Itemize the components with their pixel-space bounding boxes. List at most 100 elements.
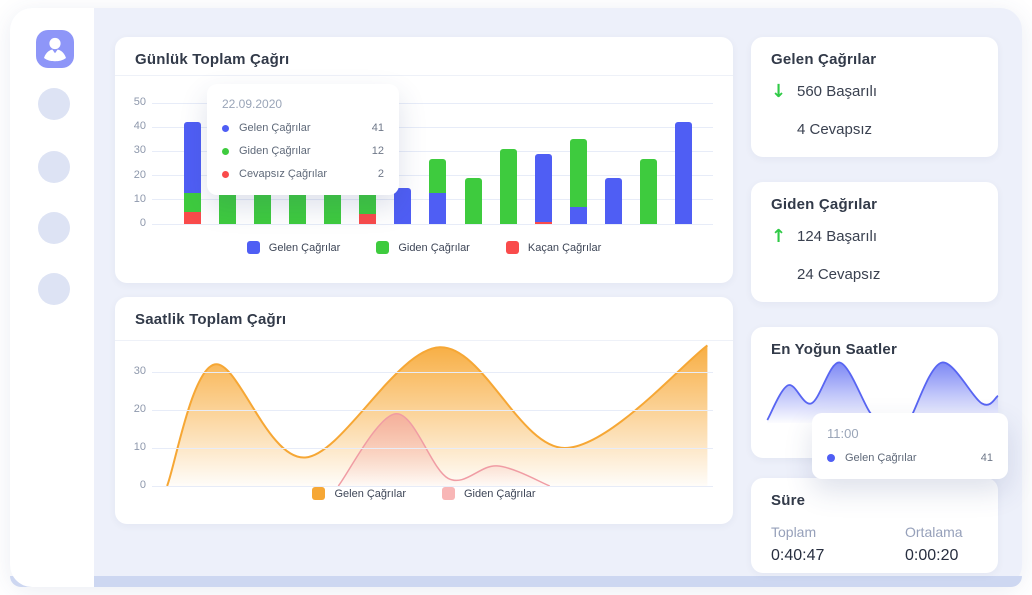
arrow-up-icon: ↑ bbox=[771, 226, 787, 247]
support-agent-glyph bbox=[44, 37, 66, 62]
hourly-legend: Gelen Çağrılar Giden Çağrılar bbox=[115, 487, 733, 500]
outgoing-calls-card: Giden Çağrılar ↑ 124 Başarılı 24 Cevapsı… bbox=[751, 182, 998, 302]
legend-label: Giden Çağrılar bbox=[398, 241, 470, 254]
arrow-down-icon: ↓ bbox=[771, 81, 787, 102]
bar-day-7[interactable] bbox=[394, 187, 412, 224]
legend-item-gelen[interactable]: Gelen Çağrılar bbox=[246, 241, 341, 254]
duration-card: Süre Toplam 0:40:47 Ortalama 0:00:20 bbox=[751, 478, 998, 573]
bar-segment bbox=[675, 122, 693, 224]
gridline bbox=[152, 371, 713, 373]
giden-dot-icon bbox=[222, 147, 229, 155]
y-tick-label: 0 bbox=[139, 217, 146, 229]
duration-total-col: Toplam 0:40:47 bbox=[771, 524, 824, 565]
incoming-success-text: 560 Başarılı bbox=[797, 83, 878, 100]
legend-swatch-gelen bbox=[312, 487, 326, 500]
bar-segment bbox=[499, 149, 517, 224]
bar-day-11[interactable] bbox=[534, 153, 552, 224]
bar-segment bbox=[359, 214, 377, 224]
bar-day-14[interactable] bbox=[640, 158, 658, 224]
y-tick-label: 10 bbox=[133, 441, 146, 453]
duration-average-label: Ortalama bbox=[905, 524, 963, 540]
hourly-calls-card: Saatlik Toplam Çağrı 30 20 10 0 Gelen Ça… bbox=[115, 297, 733, 524]
duration-average-value: 0:00:20 bbox=[905, 547, 959, 564]
legend-swatch-giden bbox=[442, 487, 455, 500]
bar-day-15[interactable] bbox=[675, 122, 693, 224]
tooltip-value: 41 bbox=[980, 452, 993, 464]
legend-label: Gelen Çağrılar bbox=[334, 487, 406, 500]
y-tick-label: 10 bbox=[133, 192, 146, 205]
bar-segment bbox=[394, 187, 412, 224]
legend-swatch-gelen bbox=[246, 241, 260, 254]
card-divider bbox=[115, 340, 733, 341]
tooltip-time: 11:00 bbox=[827, 426, 859, 441]
tooltip-label: Gelen Çağrılar bbox=[845, 452, 917, 464]
incoming-missed-text: 4 Cevapsız bbox=[797, 121, 873, 138]
bar-day-12[interactable] bbox=[570, 139, 588, 224]
duration-total-label: Toplam bbox=[771, 524, 817, 540]
sidebar-nav-placeholder-3[interactable] bbox=[38, 212, 70, 244]
bar-day-10[interactable] bbox=[499, 149, 517, 224]
hourly-area-svg bbox=[166, 344, 708, 487]
tooltip-row: Gelen Çağrılar 41 bbox=[222, 122, 384, 134]
legend-item-giden[interactable]: Giden Çağrılar bbox=[442, 487, 536, 500]
bar-segment bbox=[464, 178, 482, 224]
bar-segment bbox=[534, 221, 552, 224]
gelen-dot-icon bbox=[222, 124, 229, 132]
legend-label: Kaçan Çağrılar bbox=[527, 241, 602, 254]
support-agent-icon[interactable] bbox=[36, 30, 74, 68]
legend-label: Gelen Çağrılar bbox=[268, 241, 341, 254]
bar-segment bbox=[570, 139, 588, 208]
tooltip-value: 2 bbox=[377, 168, 384, 180]
y-tick-label: 30 bbox=[133, 365, 146, 377]
tooltip-row: Giden Çağrılar 12 bbox=[222, 145, 384, 157]
incoming-card-title: Gelen Çağrılar bbox=[771, 51, 877, 68]
hourly-chart-title: Saatlik Toplam Çağrı bbox=[135, 311, 287, 328]
card-divider bbox=[115, 75, 733, 76]
tooltip-date: 22.09.2020 bbox=[222, 97, 283, 111]
bar-segment bbox=[534, 153, 552, 222]
cevapsiz-dot-icon bbox=[222, 170, 229, 178]
duration-total-value: 0:40:47 bbox=[771, 547, 825, 564]
legend-item-gelen[interactable]: Gelen Çağrılar bbox=[312, 487, 406, 500]
duration-average-col: Ortalama 0:00:20 bbox=[905, 524, 963, 565]
gelen-area-fill bbox=[167, 345, 708, 486]
sidebar-nav-placeholder-2[interactable] bbox=[38, 151, 70, 183]
window-bottom-strip bbox=[10, 576, 1022, 587]
tooltip-label: Cevapsız Çağrılar bbox=[239, 168, 328, 180]
bar-day-13[interactable] bbox=[605, 178, 623, 224]
legend-label: Giden Çağrılar bbox=[464, 487, 536, 500]
gridline bbox=[152, 409, 713, 411]
legend-swatch-kacan bbox=[505, 241, 519, 254]
legend-item-kacan[interactable]: Kaçan Çağrılar bbox=[505, 241, 602, 254]
bar-day-9[interactable] bbox=[464, 178, 482, 224]
y-tick-label: 20 bbox=[133, 403, 146, 415]
y-tick-label: 40 bbox=[133, 120, 146, 133]
bar-segment bbox=[429, 192, 447, 224]
bar-day-8[interactable] bbox=[429, 158, 447, 224]
outgoing-card-title: Giden Çağrılar bbox=[771, 196, 878, 213]
sidebar bbox=[10, 8, 94, 587]
incoming-success-row: ↓ 560 Başarılı bbox=[771, 81, 877, 102]
legend-item-giden[interactable]: Giden Çağrılar bbox=[376, 241, 470, 254]
daily-chart-title: Günlük Toplam Çağrı bbox=[135, 51, 290, 68]
y-tick-label: 20 bbox=[133, 168, 146, 181]
gridline bbox=[152, 447, 713, 449]
tooltip-row: Cevapsız Çağrılar 2 bbox=[222, 168, 384, 180]
busiest-card-title: En Yoğun Saatler bbox=[771, 341, 898, 358]
bar-segment bbox=[183, 192, 201, 212]
bar-segment bbox=[605, 178, 623, 224]
busiest-tooltip: 11:00 Gelen Çağrılar 41 bbox=[812, 413, 1008, 479]
bar-day-1[interactable] bbox=[183, 122, 201, 224]
tooltip-label: Giden Çağrılar bbox=[239, 145, 311, 157]
daily-legend: Gelen Çağrılar Giden Çağrılar Kaçan Çağr… bbox=[115, 241, 733, 254]
incoming-calls-card: Gelen Çağrılar ↓ 560 Başarılı 4 Cevapsız bbox=[751, 37, 998, 157]
sidebar-nav-placeholder-1[interactable] bbox=[38, 88, 70, 120]
gelen-dot-icon bbox=[827, 454, 835, 462]
y-tick-label: 50 bbox=[133, 96, 146, 108]
outgoing-success-text: 124 Başarılı bbox=[797, 228, 878, 245]
sidebar-nav-placeholder-4[interactable] bbox=[38, 273, 70, 305]
outgoing-missed-text: 24 Cevapsız bbox=[797, 266, 881, 283]
bar-segment bbox=[570, 207, 588, 224]
tooltip-row: Gelen Çağrılar 41 bbox=[827, 452, 993, 464]
bar-segment bbox=[183, 122, 201, 193]
